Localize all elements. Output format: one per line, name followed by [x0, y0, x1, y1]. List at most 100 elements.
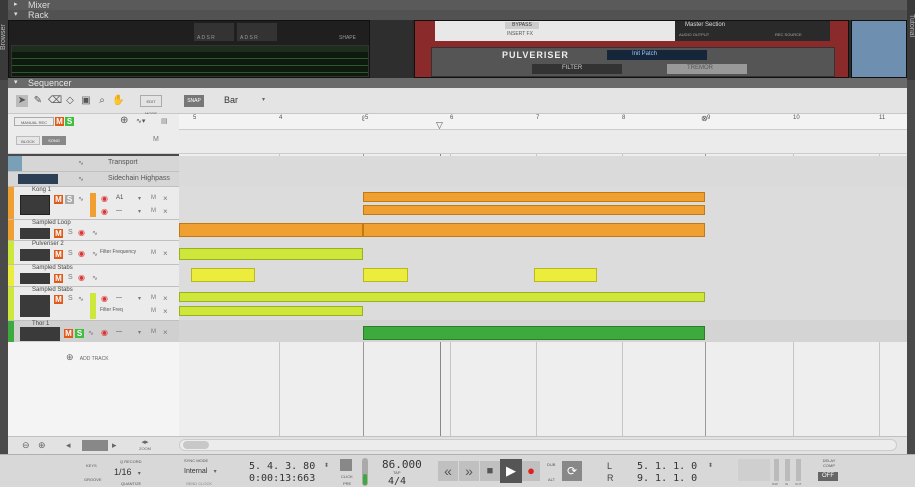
lane1-select[interactable]: A1	[116, 195, 123, 201]
follow-right-icon[interactable]: ▸	[112, 440, 117, 451]
record-lane-icon[interactable]: ◉	[101, 294, 108, 303]
automation-icon[interactable]: ∿	[92, 229, 98, 237]
alt-label[interactable]: ALT	[548, 477, 555, 482]
close-icon[interactable]: ×	[163, 194, 168, 203]
record-lane-icon[interactable]: ◉	[78, 249, 85, 258]
clip[interactable]	[363, 205, 705, 215]
clip[interactable]	[179, 306, 363, 316]
follow-song-button[interactable]	[82, 440, 108, 451]
select-tool-icon[interactable]: ➤	[16, 95, 28, 107]
edit-mode-button[interactable]: EDIT MODE	[140, 95, 162, 116]
clip[interactable]	[534, 268, 597, 282]
lane-sampled-loop[interactable]	[179, 219, 907, 240]
tutorial-side-tab[interactable]: Tutorial	[907, 0, 915, 80]
tap-button[interactable]: TAP	[393, 470, 400, 475]
mixer-header[interactable]: ▸ Mixer	[8, 0, 907, 10]
solo-all-button[interactable]: S	[65, 117, 74, 126]
follow-left-icon[interactable]: ◂	[66, 440, 71, 451]
loop-button[interactable]: ⟳	[562, 461, 582, 481]
add-icon[interactable]: ⊕	[120, 115, 128, 126]
clip[interactable]	[179, 292, 705, 302]
close-icon[interactable]: ×	[163, 207, 168, 216]
zoom-in-icon[interactable]: ⊕	[38, 440, 46, 451]
pencil-tool-icon[interactable]: ✎	[32, 95, 44, 107]
manual-rec-button[interactable]: MANUAL REC	[14, 117, 54, 126]
record-lane-icon[interactable]: ◉	[78, 228, 85, 237]
solo-label[interactable]: S	[68, 229, 73, 236]
track-sampled-loop[interactable]: Sampled Loop M S ◉ ∿	[8, 219, 179, 241]
lane-mute-label[interactable]: M	[151, 329, 156, 335]
automation-icon[interactable]: ∿	[92, 250, 98, 258]
track-transport[interactable]: ∿ Transport	[8, 156, 179, 171]
click-button[interactable]	[340, 459, 352, 471]
fast-forward-button[interactable]: »	[459, 461, 479, 481]
chevron-down-icon[interactable]: ▾	[138, 195, 141, 202]
lane-mute-label[interactable]: M	[151, 295, 156, 301]
mute-button[interactable]: M	[54, 274, 63, 283]
close-icon[interactable]: ×	[163, 307, 168, 316]
lane-sampled-stabs-2[interactable]	[179, 286, 907, 320]
clip[interactable]	[363, 192, 705, 202]
keys-button[interactable]: KEYS	[86, 463, 97, 468]
song-button[interactable]: SONG	[42, 136, 66, 145]
track-thor[interactable]: Thor 1 M S ∿ ◉ — ▾ M ×	[8, 320, 179, 343]
lane-mute-label[interactable]: M	[151, 250, 156, 256]
sync-mode-select[interactable]: Internal ▾	[184, 466, 224, 476]
record-lane-icon[interactable]: ◉	[101, 207, 108, 216]
snap-button[interactable]: SNAP	[184, 95, 204, 107]
delay-comp-off-button[interactable]: OFF	[818, 472, 838, 481]
clip[interactable]	[363, 326, 705, 340]
patch-display[interactable]: Init Patch	[607, 50, 707, 60]
mod-row[interactable]	[12, 54, 368, 59]
quantize-select[interactable]: 1/16 ▾	[114, 467, 154, 479]
horizontal-scrollbar[interactable]	[179, 439, 897, 451]
rack-collapse-icon[interactable]: ▾	[14, 10, 18, 18]
browser-side-tab[interactable]: Browser	[0, 0, 8, 80]
signature-display[interactable]: 4/4	[388, 476, 406, 487]
add-track-button[interactable]: ⊕ ADD TRACK	[66, 352, 126, 362]
automation-icon[interactable]: ∿	[88, 329, 94, 337]
record-lane-icon[interactable]: ◉	[101, 194, 108, 203]
solo-button[interactable]: S	[65, 195, 74, 204]
track-sidechain[interactable]: ∿ Sidechain Highpass	[8, 171, 179, 186]
lane-pulveriser[interactable]	[179, 240, 907, 264]
mute-button[interactable]: M	[64, 329, 73, 338]
close-icon[interactable]: ×	[163, 294, 168, 303]
razor-tool-icon[interactable]: ◇	[64, 95, 76, 107]
close-icon[interactable]: ×	[163, 249, 168, 258]
mute-tool-icon[interactable]: ▣	[80, 95, 92, 107]
mute-button[interactable]: M	[54, 195, 63, 204]
sequencer-header[interactable]: ▾ Sequencer	[8, 78, 907, 88]
loop-right-marker[interactable]: ⊗	[701, 114, 708, 123]
lane-mute-label[interactable]: M	[151, 195, 156, 201]
lane-mute-label[interactable]: M	[151, 208, 156, 214]
zoom-button[interactable]: ◂▸ ZOOM	[134, 438, 156, 452]
chevron-down-icon[interactable]: ▾	[138, 208, 141, 215]
chevron-down-icon[interactable]: ▾	[138, 295, 141, 302]
mod-row[interactable]	[12, 61, 368, 66]
scroll-thumb[interactable]	[183, 441, 209, 449]
solo-label[interactable]: S	[68, 295, 73, 302]
record-lane-icon[interactable]: ◉	[101, 328, 108, 337]
lane1-select[interactable]: —	[116, 329, 122, 335]
automation-icon[interactable]: ∿▾	[136, 117, 145, 125]
magnify-tool-icon[interactable]: ⌕	[96, 95, 108, 107]
clip[interactable]	[179, 248, 363, 260]
lane-kong[interactable]	[179, 186, 907, 219]
clip[interactable]	[363, 223, 705, 237]
track-kong[interactable]: Kong 1 M S ∿ ◉ A1 ▾ M × ◉ — ▾ M ×	[8, 186, 179, 220]
solo-label[interactable]: S	[68, 250, 73, 257]
lane2-select[interactable]: —	[116, 208, 122, 214]
clip[interactable]	[363, 268, 408, 282]
mute-button[interactable]: M	[54, 250, 63, 259]
track-pulveriser[interactable]: Pulveriser 2 M S ◉ ∿ Filter Frequency M …	[8, 240, 179, 265]
rack-header[interactable]: ▾ Rack	[8, 10, 907, 20]
automation-icon[interactable]: ∿	[78, 195, 84, 203]
mute-all-button[interactable]: M	[55, 117, 64, 126]
tempo-display[interactable]: 86.000	[382, 458, 422, 471]
block-button[interactable]: BLOCK	[16, 136, 40, 145]
lane-mute-label[interactable]: M	[151, 308, 156, 314]
track-sampled-stabs-2[interactable]: Sampled Stabs M S ∿ ◉ — ▾ M × Filter Fre…	[8, 286, 179, 321]
rewind-button[interactable]: «	[438, 461, 458, 481]
mute-button[interactable]: M	[54, 229, 63, 238]
